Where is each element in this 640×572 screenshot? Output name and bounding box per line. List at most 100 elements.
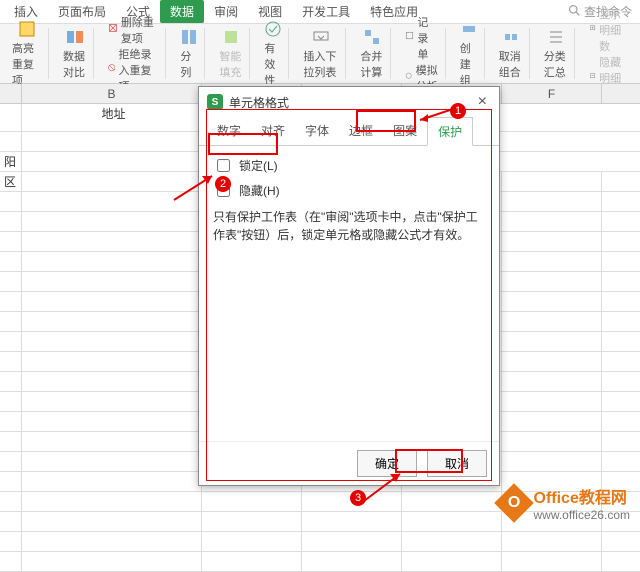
subtotal-button[interactable]: 分类汇总 — [544, 28, 568, 80]
cell[interactable] — [22, 312, 202, 331]
cell[interactable] — [22, 192, 202, 211]
row-header[interactable] — [0, 372, 22, 391]
dialog-titlebar[interactable]: S 单元格格式 × — [199, 87, 499, 117]
insert-dropdown-button[interactable]: 插入下拉列表 — [303, 28, 339, 80]
row-header[interactable] — [0, 292, 22, 311]
cell[interactable] — [202, 552, 302, 571]
cell[interactable] — [502, 212, 602, 231]
row-header[interactable]: 阳区 — [0, 152, 22, 171]
row-header[interactable] — [0, 532, 22, 551]
cell[interactable] — [22, 232, 202, 251]
row-corner[interactable] — [0, 84, 22, 103]
row-header[interactable] — [0, 272, 22, 291]
cell[interactable] — [22, 272, 202, 291]
tab-review[interactable]: 审阅 — [204, 0, 248, 23]
cell[interactable] — [22, 332, 202, 351]
cell[interactable] — [502, 552, 602, 571]
cell[interactable] — [22, 252, 202, 271]
cell[interactable] — [402, 492, 502, 511]
row-header[interactable] — [0, 452, 22, 471]
cell[interactable] — [22, 172, 202, 191]
row-header[interactable] — [0, 192, 22, 211]
row-header[interactable] — [0, 492, 22, 511]
cell[interactable] — [202, 512, 302, 531]
row-header[interactable] — [0, 332, 22, 351]
cell[interactable] — [22, 352, 202, 371]
cell[interactable] — [22, 212, 202, 231]
cell[interactable] — [502, 452, 602, 471]
dtab-number[interactable]: 数字 — [207, 117, 251, 145]
cell[interactable] — [502, 392, 602, 411]
show-detail-button[interactable]: 显示明细数 — [589, 6, 628, 54]
tab-dev[interactable]: 开发工具 — [292, 0, 360, 23]
cell[interactable] — [502, 432, 602, 451]
cell[interactable] — [302, 492, 402, 511]
cell[interactable] — [402, 512, 502, 531]
row-header[interactable] — [0, 512, 22, 531]
cell[interactable] — [202, 532, 302, 551]
dtab-align[interactable]: 对齐 — [251, 117, 295, 145]
tab-data[interactable]: 数据 — [160, 0, 204, 23]
del-dup-button[interactable]: 删除重复项 — [108, 14, 159, 46]
cell[interactable] — [22, 492, 202, 511]
tab-page-layout[interactable]: 页面布局 — [48, 0, 116, 23]
cell[interactable] — [502, 332, 602, 351]
row-header[interactable] — [0, 472, 22, 491]
cell[interactable] — [22, 392, 202, 411]
cell[interactable] — [22, 432, 202, 451]
col-header-F[interactable]: F — [502, 84, 602, 103]
row-header[interactable] — [0, 412, 22, 431]
cancel-button[interactable]: 取消 — [427, 450, 487, 477]
row-header[interactable] — [0, 432, 22, 451]
cell[interactable] — [502, 232, 602, 251]
highlight-dup-button[interactable]: 高亮重复项 — [12, 20, 42, 88]
cell[interactable] — [22, 292, 202, 311]
cell[interactable] — [22, 132, 202, 151]
data-compare-button[interactable]: 数据对比 — [63, 28, 87, 80]
validity-button[interactable]: 有效性 — [264, 20, 282, 88]
cell[interactable] — [502, 532, 602, 551]
cell[interactable] — [502, 372, 602, 391]
cell[interactable] — [402, 552, 502, 571]
cell[interactable] — [22, 152, 202, 171]
dtab-protect[interactable]: 保护 — [427, 117, 473, 146]
cell[interactable] — [502, 412, 602, 431]
row-header[interactable] — [0, 252, 22, 271]
cell[interactable] — [302, 532, 402, 551]
smart-fill-button[interactable]: 智能填充 — [219, 28, 243, 80]
consolidate-button[interactable]: 合并计算 — [360, 28, 384, 80]
row-header[interactable] — [0, 392, 22, 411]
create-group-button[interactable]: 创建组 — [460, 20, 478, 88]
cell[interactable] — [502, 192, 602, 211]
cell[interactable] — [502, 252, 602, 271]
cell[interactable] — [22, 552, 202, 571]
row-header[interactable] — [0, 312, 22, 331]
lock-checkbox[interactable] — [217, 159, 230, 172]
row-header[interactable] — [0, 352, 22, 371]
cell[interactable] — [22, 512, 202, 531]
cell[interactable] — [22, 372, 202, 391]
cell[interactable] — [22, 532, 202, 551]
cell[interactable] — [302, 552, 402, 571]
row-header[interactable] — [0, 232, 22, 251]
cell[interactable] — [22, 412, 202, 431]
cell[interactable] — [502, 172, 602, 191]
cell[interactable] — [22, 452, 202, 471]
row-header[interactable] — [0, 212, 22, 231]
row-header[interactable] — [0, 104, 22, 131]
col-header-B[interactable]: B — [22, 84, 202, 103]
cell[interactable] — [402, 532, 502, 551]
cell[interactable]: 地址 — [22, 104, 202, 131]
ungroup-button[interactable]: 取消组合 — [499, 28, 523, 80]
dtab-font[interactable]: 字体 — [295, 117, 339, 145]
cell[interactable] — [22, 472, 202, 491]
ok-button[interactable]: 确定 — [357, 450, 417, 477]
row-header[interactable] — [0, 172, 22, 191]
row-header[interactable] — [0, 552, 22, 571]
cell[interactable] — [502, 292, 602, 311]
dtab-pattern[interactable]: 图案 — [383, 117, 427, 145]
hide-checkbox[interactable] — [217, 184, 230, 197]
split-col-button[interactable]: 分列 — [180, 28, 198, 80]
record-form-button[interactable]: 记录单 — [405, 14, 438, 62]
cell[interactable] — [302, 512, 402, 531]
